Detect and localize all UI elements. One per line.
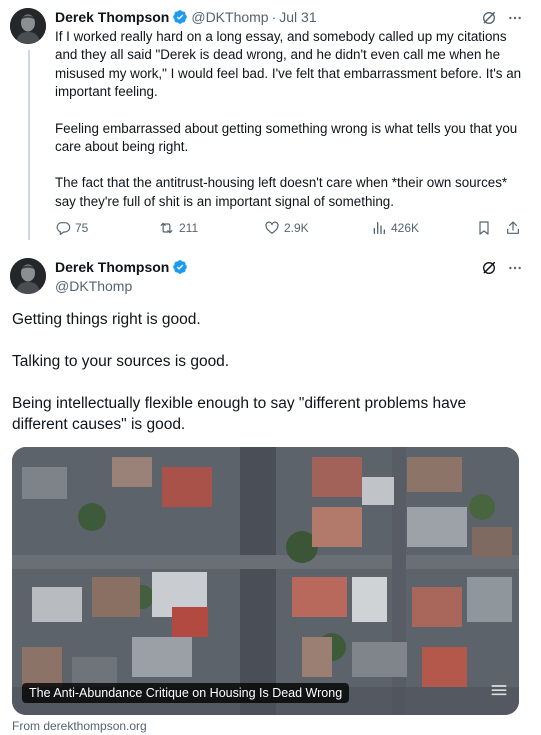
- card-title[interactable]: The Anti-Abundance Critique on Housing I…: [22, 683, 350, 703]
- tweet1-text: If I worked really hard on a long essay,…: [55, 28, 530, 211]
- tweet2-author-row: Derek Thompson: [55, 259, 191, 275]
- link-card[interactable]: The Anti-Abundance Critique on Housing I…: [12, 447, 519, 715]
- card-image: [12, 447, 519, 715]
- tweet1-paragraph: If I worked really hard on a long essay,…: [55, 29, 522, 100]
- avatar[interactable]: [10, 258, 46, 294]
- tweet1-top-icons: [481, 10, 523, 26]
- grok-icon[interactable]: [481, 10, 497, 26]
- card-source[interactable]: From derekthompson.org: [12, 719, 147, 733]
- author-handle[interactable]: @DKThomp: [191, 9, 268, 25]
- card-menu-icon: [491, 685, 507, 696]
- like-count: 2.9K: [284, 221, 309, 235]
- bookmark-button[interactable]: [476, 220, 492, 236]
- more-icon[interactable]: [507, 10, 523, 26]
- views-icon: [373, 222, 385, 234]
- tweet2-top-icons: [481, 260, 523, 276]
- bookmark-icon: [479, 221, 489, 235]
- reply-count: 75: [75, 221, 89, 235]
- author-handle[interactable]: @DKThomp: [55, 278, 132, 294]
- reply-icon: [56, 222, 71, 235]
- tweet2-text: Getting things right is good. Talking to…: [12, 309, 522, 456]
- repost-button[interactable]: 211: [158, 220, 198, 236]
- avatar[interactable]: [10, 8, 46, 44]
- tweet-date[interactable]: Jul 31: [279, 9, 316, 25]
- tweet1-paragraph: The fact that the antitrust-housing left…: [55, 175, 508, 209]
- repost-icon: [160, 222, 173, 234]
- tweet2-paragraph: Being intellectually flexible enough to …: [12, 395, 467, 433]
- share-button[interactable]: [505, 220, 521, 236]
- verified-badge-icon: [173, 10, 188, 24]
- like-icon: [265, 221, 279, 234]
- grok-icon[interactable]: [481, 260, 497, 276]
- tweet2-paragraph: Talking to your sources is good.: [12, 353, 230, 370]
- view-count: 426K: [391, 221, 420, 235]
- thread-connector: [28, 50, 30, 240]
- share-icon: [507, 221, 519, 234]
- reply-button[interactable]: 75: [55, 220, 88, 236]
- tweet2-paragraph: Getting things right is good.: [12, 311, 201, 328]
- views-button[interactable]: 426K: [371, 220, 419, 236]
- more-icon[interactable]: [507, 260, 523, 276]
- author-name[interactable]: Derek Thompson: [55, 259, 169, 275]
- tweet1-author-row: Derek Thompson @DKThomp · Jul 31: [55, 9, 317, 25]
- author-name[interactable]: Derek Thompson: [55, 9, 169, 25]
- separator: ·: [271, 9, 277, 25]
- tweet1-action-bar: 75 211 2.9K 426K: [55, 220, 523, 238]
- verified-badge-icon: [173, 260, 188, 274]
- like-button[interactable]: 2.9K: [264, 220, 309, 236]
- repost-count: 211: [179, 221, 199, 235]
- tweet1-paragraph: Feeling embarrassed about getting someth…: [55, 120, 518, 155]
